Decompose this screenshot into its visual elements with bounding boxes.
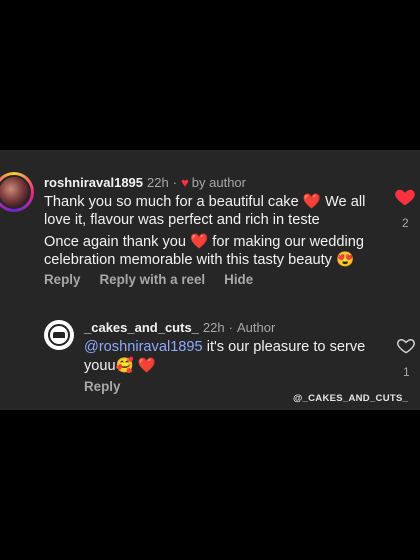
reply-username[interactable]: _cakes_and_cuts_ (84, 320, 199, 335)
watermark: @_CAKES_AND_CUTS_ (293, 393, 409, 404)
comment-text-2a: Once again thank you (44, 234, 191, 250)
reply-body: @roshniraval1895 it's our pleasure to se… (84, 338, 374, 376)
liked-by-author-label: by author (191, 175, 246, 190)
comment-text-1: Thank you so much for a beautiful cake (44, 194, 299, 210)
reply-time: 22h (202, 320, 225, 335)
comment-actions: Reply Reply with a reel Hide (44, 272, 253, 287)
heart-emoji: ❤️ (302, 194, 321, 210)
hide-button[interactable]: Hide (224, 272, 253, 287)
heart-eyes-emoji: 😍 (336, 252, 355, 268)
heart-filled-icon[interactable] (394, 186, 416, 208)
reply-like-count: 1 (403, 365, 410, 379)
reply-button[interactable]: Reply (44, 272, 80, 287)
heart-outline-icon[interactable] (396, 336, 416, 356)
meta-separator: · (228, 320, 233, 335)
reply-with-reel-button[interactable]: Reply with a reel (99, 272, 205, 287)
meta-separator: · (172, 175, 178, 190)
comment-username[interactable]: roshniraval1895 (44, 175, 143, 190)
reply-header: _cakes_and_cuts_ 22h · Author (84, 320, 275, 335)
heart-emoji: ❤️ (137, 358, 157, 374)
reply-button[interactable]: Reply (84, 379, 120, 394)
cakes-logo-icon (48, 324, 70, 346)
avatar-photo (0, 175, 31, 209)
comment-like-count: 2 (402, 216, 409, 230)
comment-paragraph-2: Once again thank you ❤️ for making our w… (44, 233, 374, 269)
heart-emoji: ❤️ (190, 234, 209, 250)
author-heart-icon: ♥ (181, 175, 189, 190)
author-avatar[interactable] (44, 320, 74, 350)
author-label: Author (236, 320, 276, 335)
comment-body: Thank you so much for a beautiful cake ❤… (44, 193, 374, 273)
comment-time: 22h (147, 175, 169, 190)
mention-link[interactable]: @roshniraval1895 (84, 339, 203, 355)
smiling-hearts-emoji: 🥰 (115, 358, 134, 374)
comment-paragraph-1: Thank you so much for a beautiful cake ❤… (44, 193, 374, 229)
comment-header: roshniraval1895 22h · ♥ by author (44, 175, 246, 190)
